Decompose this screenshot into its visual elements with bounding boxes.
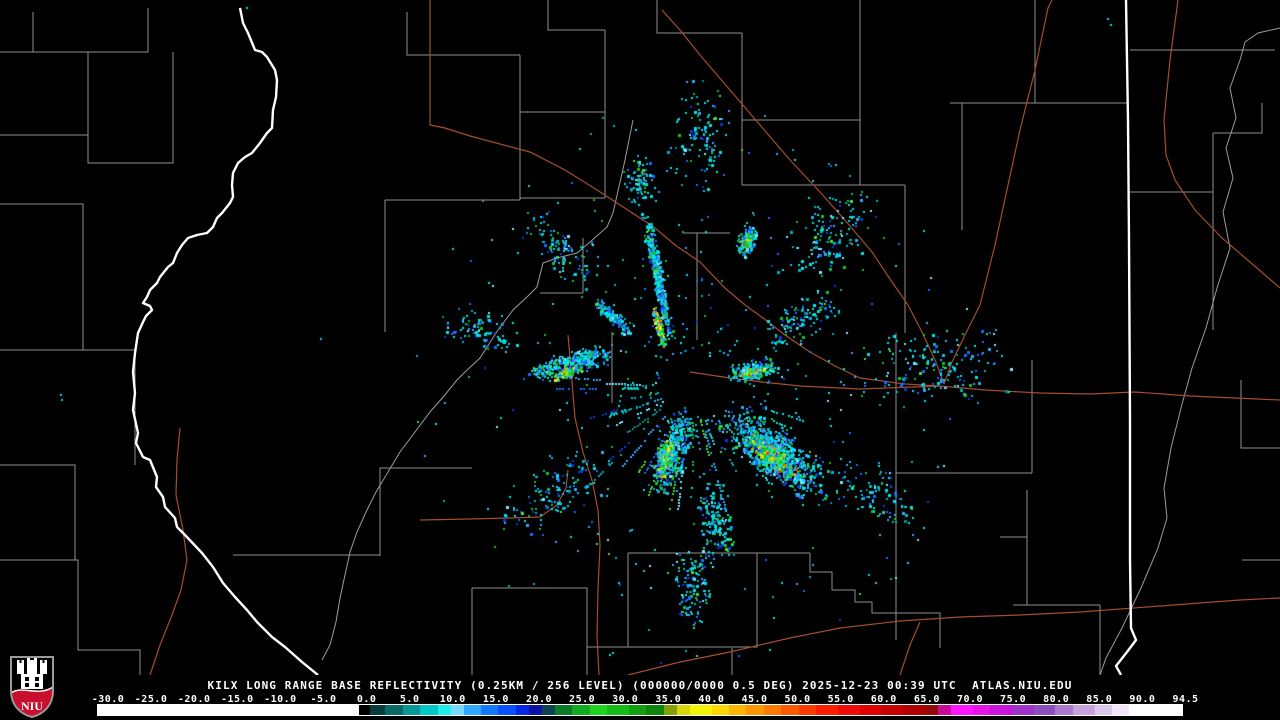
dbz-colorbar-segment xyxy=(590,705,607,715)
dbz-colorbar-segment xyxy=(572,705,589,715)
dbz-colorbar-segment xyxy=(764,705,781,715)
dbz-colorbar-segment xyxy=(938,705,951,715)
dbz-colorbar-segment xyxy=(973,705,990,715)
dbz-colorbar-segment xyxy=(451,705,464,715)
dbz-colorbar-segment xyxy=(990,705,1012,715)
dbz-colorbar-segment xyxy=(498,705,515,715)
dbz-colorbar-segment xyxy=(542,705,555,715)
dbz-colorbar-segment xyxy=(1073,705,1095,715)
dbz-colorbar-segment xyxy=(420,705,437,715)
dbz-colorbar-segment xyxy=(799,705,816,715)
dbz-colorbar-segment xyxy=(1034,705,1056,715)
dbz-colorbar-segment xyxy=(838,705,860,715)
dbz-colorbar-segment xyxy=(1012,705,1034,715)
dbz-colorbar-segment xyxy=(781,705,798,715)
dbz-colorbar-segment xyxy=(646,705,663,715)
dbz-colorbar-segment xyxy=(816,705,838,715)
dbz-colorbar-segment xyxy=(677,705,690,715)
dbz-colorbar-segment xyxy=(516,705,529,715)
dbz-colorbar-segment xyxy=(370,705,386,715)
caption-bar: KILX LONG RANGE BASE REFLECTIVITY (0.25K… xyxy=(0,675,1280,720)
castle-icon xyxy=(17,657,47,689)
niu-logo: NIU xyxy=(8,653,56,719)
dbz-colorbar-segment xyxy=(607,705,629,715)
dbz-colorbar-segment xyxy=(529,705,542,715)
reflectivity-echo-layer xyxy=(0,0,1280,675)
dbz-colorbar-segment xyxy=(555,705,572,715)
dbz-colorbar-segment xyxy=(690,705,712,715)
dbz-colorbar-segment xyxy=(951,705,973,715)
dbz-colorbar-segment xyxy=(1112,705,1129,715)
dbz-colorbar-segment xyxy=(403,705,420,715)
dbz-colorbar-segment xyxy=(1055,705,1072,715)
dbz-colorbar-segment xyxy=(664,705,677,715)
dbz-colorbar-segment xyxy=(359,705,369,715)
dbz-colorbar-segment xyxy=(438,705,451,715)
dbz-colorbar xyxy=(97,704,1183,716)
dbz-colorbar-segment xyxy=(712,705,729,715)
dbz-colorbar-segment xyxy=(629,705,646,715)
dbz-colorbar-segment xyxy=(860,705,882,715)
product-caption: KILX LONG RANGE BASE REFLECTIVITY (0.25K… xyxy=(0,679,1280,692)
radar-screenshot: NIU KILX LONG RANGE BASE REFLECTIVITY (0… xyxy=(0,0,1280,720)
dbz-colorbar-segment xyxy=(464,705,481,715)
dbz-colorbar-segment xyxy=(881,705,903,715)
dbz-colorbar-segment xyxy=(903,705,925,715)
dbz-colorbar-segment xyxy=(98,705,359,715)
dbz-colorbar-segment xyxy=(1129,705,1181,715)
dbz-colorbar-segment xyxy=(385,705,402,715)
logo-text: NIU xyxy=(21,699,43,713)
dbz-colorbar-segment xyxy=(729,705,746,715)
dbz-colorbar-segment xyxy=(925,705,938,715)
dbz-colorbar-segment xyxy=(481,705,498,715)
dbz-colorbar-segment xyxy=(746,705,763,715)
dbz-colorbar-segment xyxy=(1095,705,1112,715)
